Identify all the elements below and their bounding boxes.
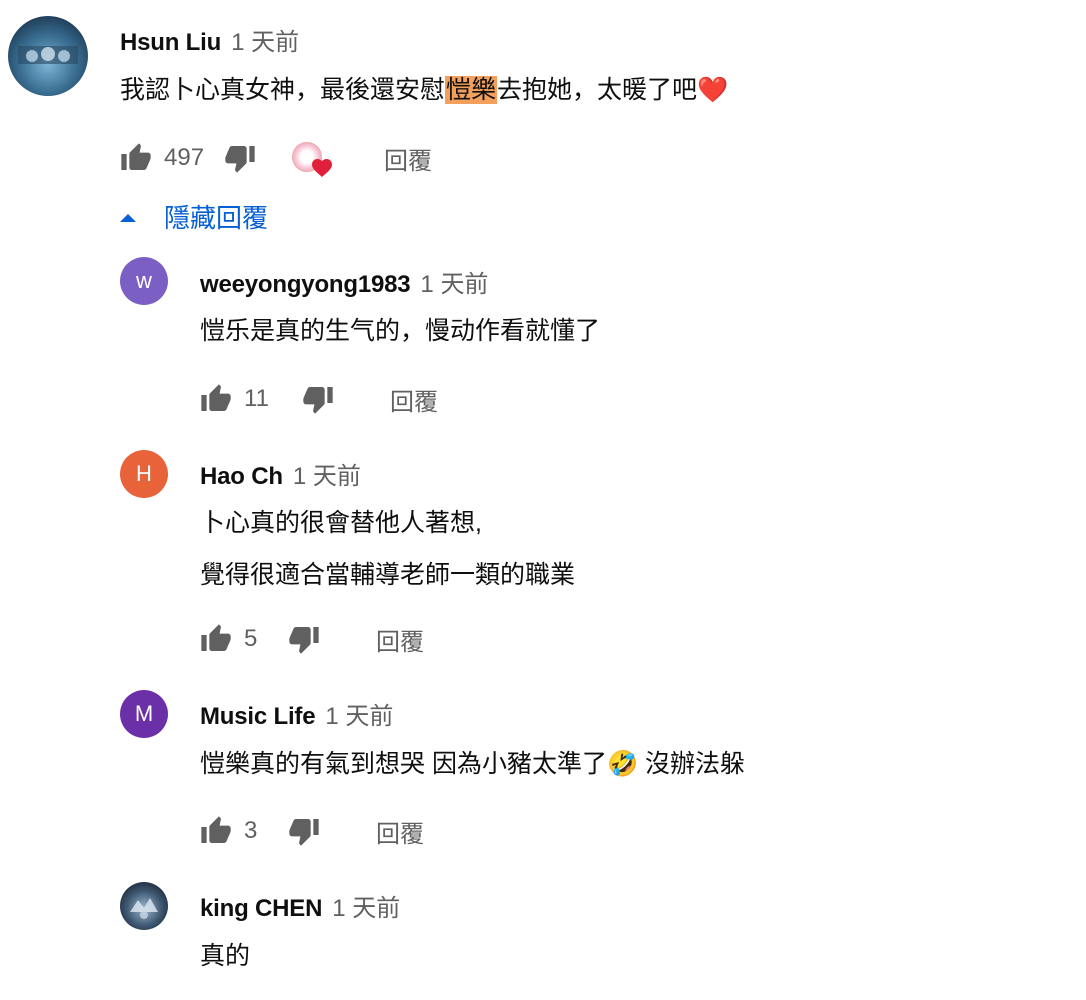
reply-time[interactable]: 1 天前: [420, 271, 488, 298]
avatar[interactable]: H: [120, 450, 168, 498]
avatar[interactable]: [8, 16, 88, 96]
reply-toolbar: 3 回覆: [198, 813, 424, 849]
avatar[interactable]: M: [120, 690, 168, 738]
reply-text: 愷乐是真的生气的，慢动作看就懂了: [200, 317, 601, 345]
creator-heart-badge: [292, 138, 336, 178]
reply-text: 卜心真的很會替他人著想, 覺得很適合當輔導老師一類的職業: [200, 509, 576, 589]
reply-toolbar: 11 回覆: [198, 381, 438, 417]
avatar[interactable]: [120, 882, 168, 930]
reply-button[interactable]: 回覆: [384, 141, 432, 176]
comment-text: 我認卜心真女神，最後還安慰愷樂去抱她，太暖了吧❤️: [120, 76, 729, 104]
reply-toolbar: 5 回覆: [198, 621, 424, 657]
comment-time[interactable]: 1 天前: [231, 29, 299, 56]
dislike-icon[interactable]: [286, 813, 322, 849]
reply-author[interactable]: Music Life: [200, 703, 316, 730]
avatar-image: [130, 898, 158, 919]
like-icon[interactable]: [118, 140, 154, 176]
highlighted-text: 愷樂: [445, 76, 498, 104]
hide-replies-label: 隱藏回覆: [164, 203, 269, 233]
reply-time[interactable]: 1 天前: [325, 703, 393, 730]
laughing-emoji: 🤣: [606, 750, 639, 778]
caret-up-icon: [120, 213, 136, 222]
dislike-icon[interactable]: [222, 140, 258, 176]
reply-button[interactable]: 回覆: [376, 622, 424, 657]
like-count: 11: [244, 385, 269, 412]
comment-toolbar: 497 回覆: [118, 138, 432, 178]
reply-button[interactable]: 回覆: [376, 814, 424, 849]
reply-text: 真的: [200, 942, 251, 970]
like-icon[interactable]: [198, 621, 234, 657]
like-count: 3: [244, 817, 258, 844]
avatar[interactable]: w: [120, 257, 168, 305]
reply-button[interactable]: 回覆: [390, 382, 438, 417]
reply-header: Music Life 1 天前: [200, 696, 393, 731]
reply-author[interactable]: king CHEN: [200, 895, 322, 922]
avatar-image: [18, 46, 78, 64]
heart-emoji: ❤️: [697, 76, 729, 104]
reply-header: Hao Ch 1 天前: [200, 456, 361, 491]
comment-header: Hsun Liu 1 天前: [120, 22, 299, 57]
heart-icon: [312, 159, 332, 177]
reply-header: king CHEN 1 天前: [200, 888, 400, 923]
reply-header: weeyongyong1983 1 天前: [200, 264, 488, 299]
like-icon[interactable]: [198, 813, 234, 849]
reply-author[interactable]: Hao Ch: [200, 463, 283, 490]
hide-replies-button[interactable]: 隱藏回覆: [118, 198, 268, 235]
comment-author[interactable]: Hsun Liu: [120, 29, 221, 56]
like-count: 497: [164, 144, 205, 171]
dislike-icon[interactable]: [300, 381, 336, 417]
avatar-letter: H: [136, 461, 152, 486]
reply-text: 愷樂真的有氣到想哭 因為小豬太準了🤣 沒辦法躲: [200, 750, 746, 778]
like-count: 5: [244, 625, 258, 652]
avatar-letter: M: [134, 701, 154, 726]
dislike-icon[interactable]: [286, 621, 322, 657]
like-icon[interactable]: [198, 381, 234, 417]
reply-time[interactable]: 1 天前: [332, 895, 400, 922]
avatar-letter: w: [136, 268, 152, 293]
reply-author[interactable]: weeyongyong1983: [200, 271, 411, 298]
reply-time[interactable]: 1 天前: [293, 463, 361, 490]
